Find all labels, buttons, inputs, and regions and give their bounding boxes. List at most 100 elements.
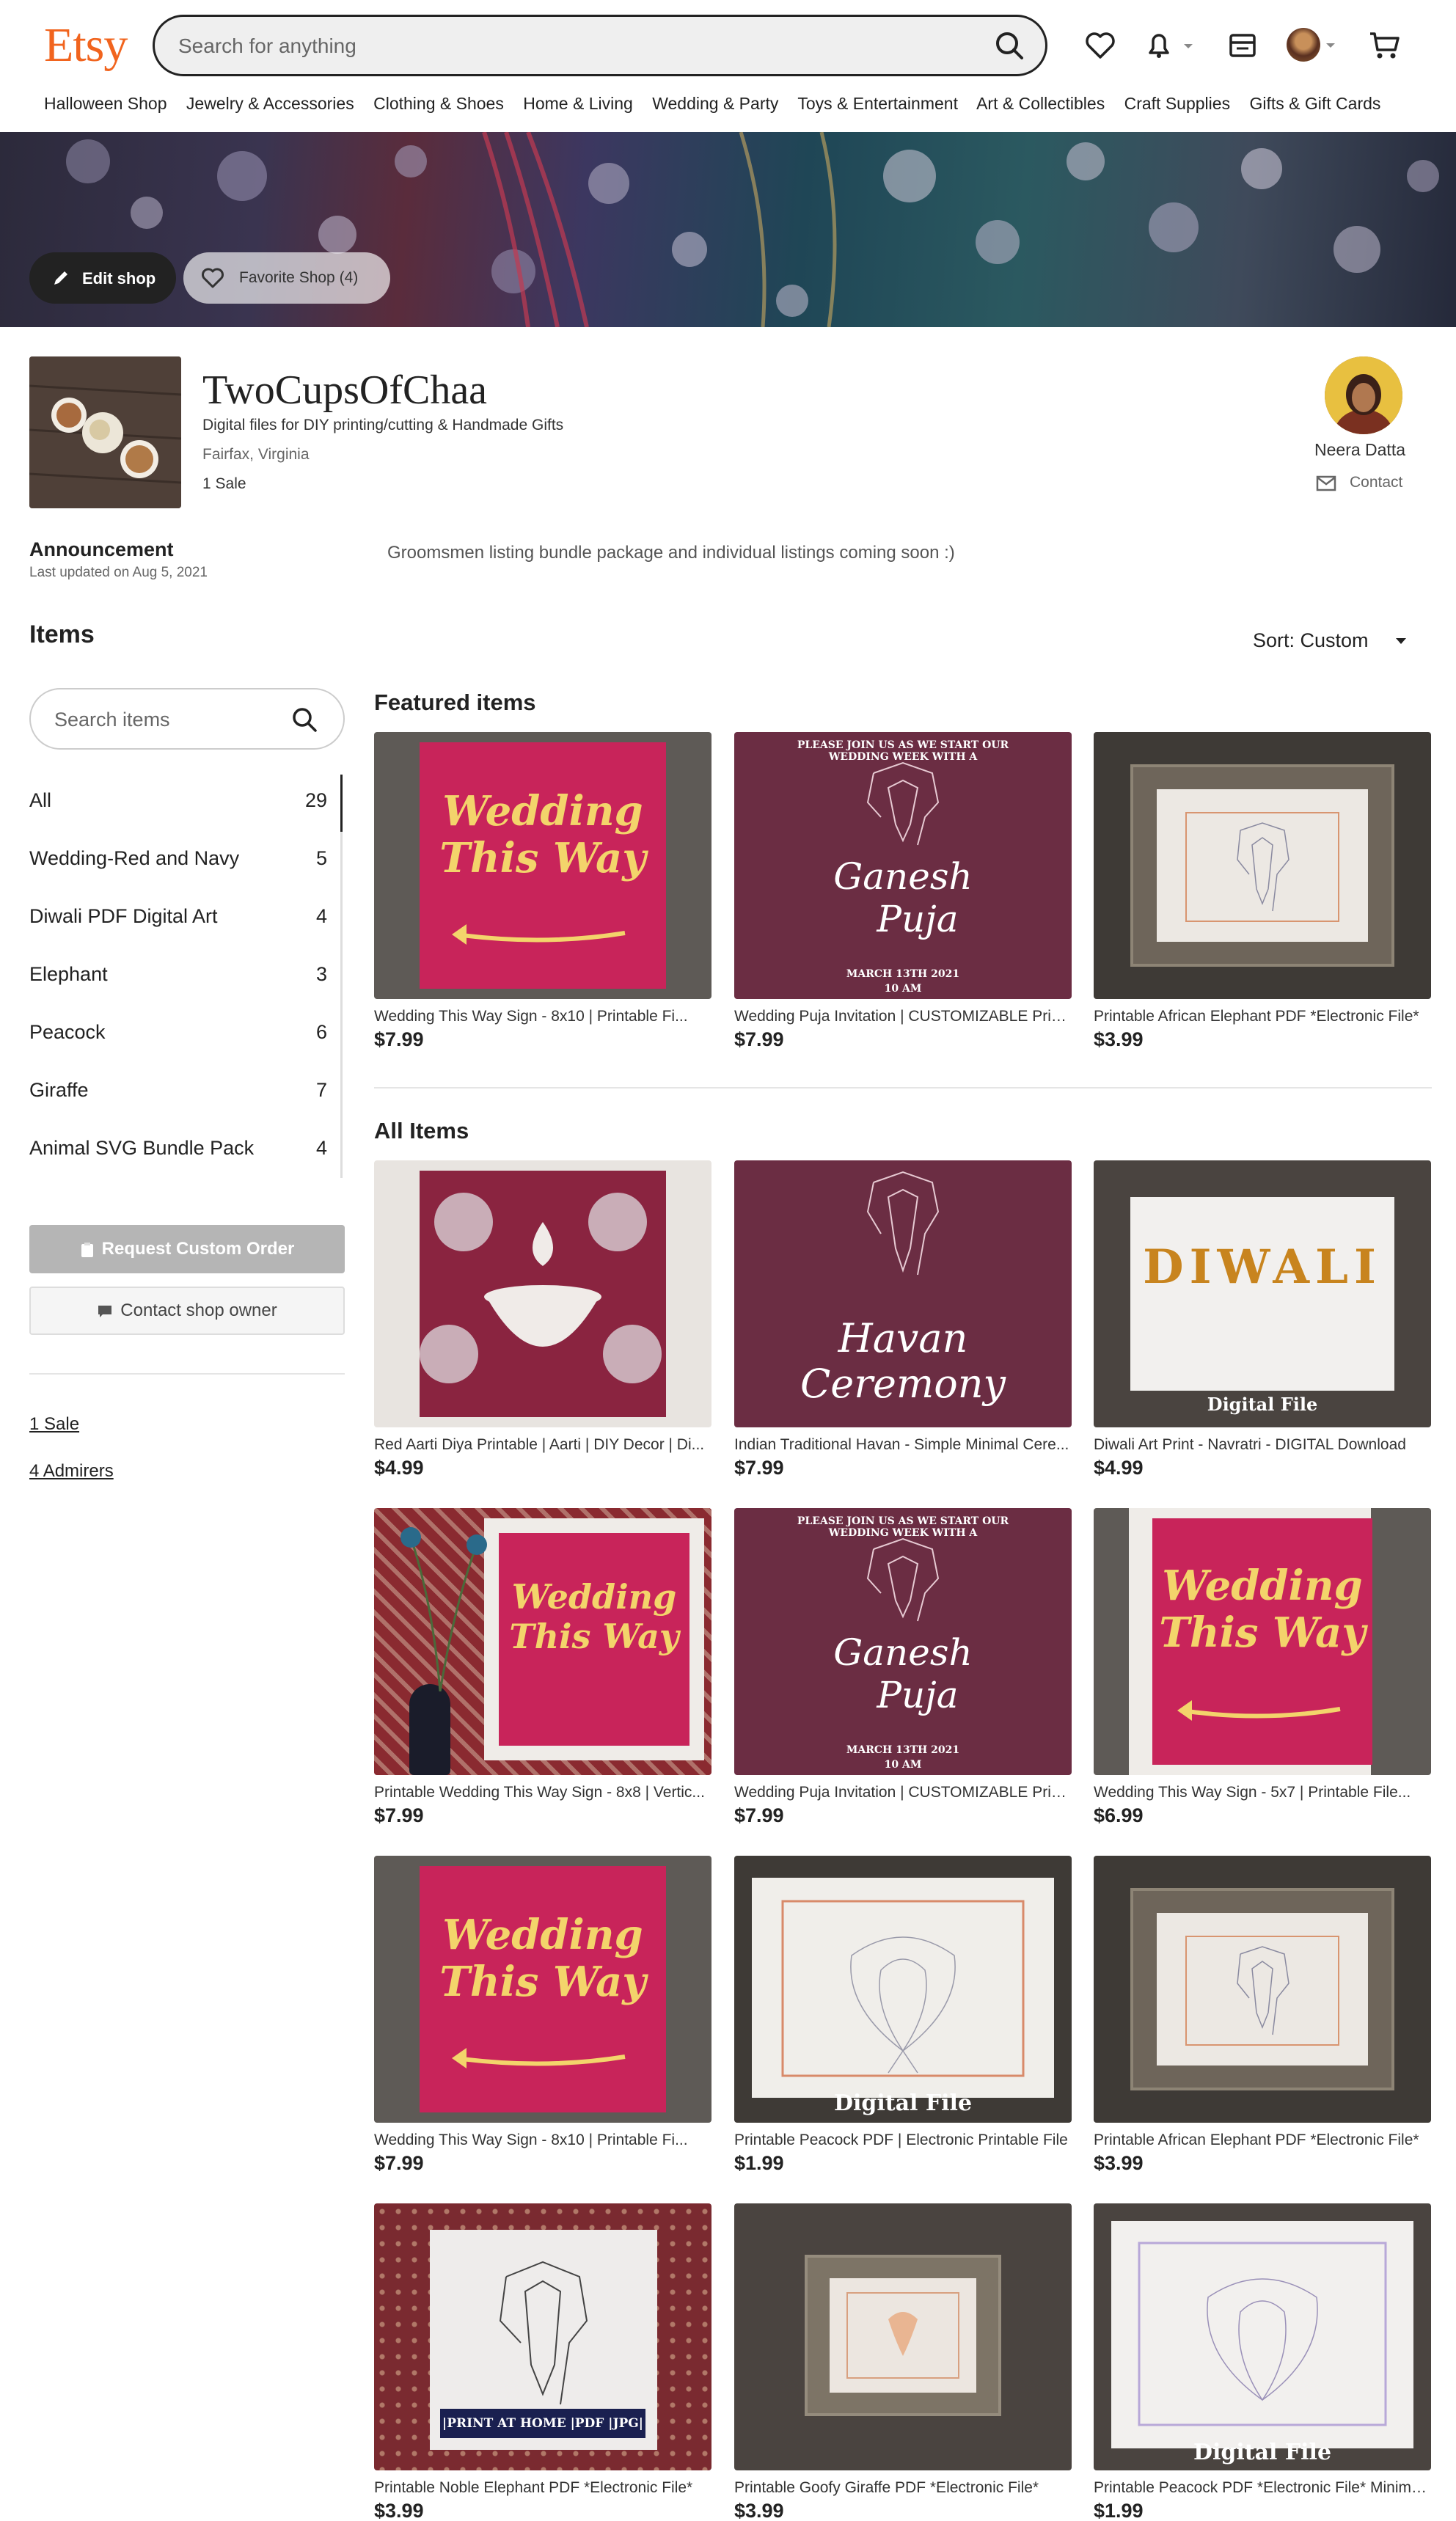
category-label: Diwali PDF Digital Art: [29, 905, 218, 927]
listing-image[interactable]: Wedding This Way: [374, 732, 711, 999]
cart-icon[interactable]: [1366, 26, 1404, 65]
listing-title[interactable]: Indian Traditional Havan - Simple Minima…: [734, 1436, 1072, 1454]
listing-image[interactable]: Havan Ceremony: [734, 1160, 1072, 1427]
category-count: 7: [315, 1079, 327, 1101]
art-line-1: Ganesh: [833, 855, 973, 898]
peacock-feathers-art: [400, 1527, 487, 1691]
category-count: 29: [304, 789, 327, 811]
invite-time: 10 AM: [884, 1759, 922, 1771]
listing-price: $7.99: [734, 1028, 784, 1050]
category-all[interactable]: All 29: [29, 779, 343, 823]
listing-title[interactable]: Printable Noble Elephant PDF *Electronic…: [374, 2479, 711, 2497]
listing-title[interactable]: Printable Wedding This Way Sign - 8x8 | …: [374, 1784, 711, 1801]
listing-image[interactable]: [1094, 1856, 1431, 2123]
nav-item-gifts[interactable]: Gifts & Gift Cards: [1249, 94, 1380, 113]
nav-item-jewelry[interactable]: Jewelry & Accessories: [186, 94, 354, 113]
category-count: 5: [315, 847, 327, 869]
search-bar[interactable]: Search for anything: [153, 15, 1047, 76]
listing-image[interactable]: Digital File: [734, 1856, 1072, 2123]
category-wedding-red-navy[interactable]: Wedding-Red and Navy 5: [29, 837, 343, 881]
contact-shop-owner-button[interactable]: Contact shop owner: [29, 1287, 345, 1335]
listing-price: $4.99: [374, 1457, 424, 1479]
listing-title[interactable]: Printable Peacock PDF | Electronic Print…: [734, 2132, 1072, 2149]
nav-item-clothing[interactable]: Clothing & Shoes: [373, 94, 504, 113]
category-giraffe[interactable]: Giraffe 7: [29, 1069, 343, 1113]
listing-title[interactable]: Wedding Puja Invitation | CUSTOMIZABLE P…: [734, 1008, 1072, 1025]
sort-label: Sort: Custom: [1253, 629, 1369, 651]
bell-icon[interactable]: [1140, 26, 1199, 65]
listing-image[interactable]: Wedding This Way: [374, 1508, 711, 1775]
sort-dropdown[interactable]: Sort: Custom: [1253, 629, 1406, 652]
account-avatar[interactable]: [1287, 28, 1320, 62]
nav-item-wedding[interactable]: Wedding & Party: [652, 94, 778, 113]
diwali-art-text: DIWALI: [1143, 1240, 1382, 1295]
sales-link[interactable]: 1 Sale: [29, 1414, 79, 1435]
listing-image[interactable]: [374, 1160, 711, 1427]
wedding-sign-art: Wedding This Way: [420, 1866, 666, 2112]
search-icon[interactable]: [991, 27, 1029, 65]
listing-image[interactable]: Wedding This Way: [1094, 1508, 1431, 1775]
listing-price: $7.99: [734, 1457, 784, 1479]
category-animal-svg[interactable]: Animal SVG Bundle Pack 4: [29, 1127, 343, 1171]
shop-icon-image: [29, 356, 181, 508]
search-icon[interactable]: [289, 704, 321, 736]
items-search[interactable]: Search items: [29, 688, 345, 750]
listing-price: $4.99: [1094, 1457, 1144, 1479]
listing-title[interactable]: Diwali Art Print - Navratri - DIGITAL Do…: [1094, 1436, 1431, 1454]
site-header: Etsy Search for anything Halloween Shop …: [0, 0, 1456, 113]
category-peacock[interactable]: Peacock 6: [29, 1011, 343, 1055]
nav-item-art[interactable]: Art & Collectibles: [976, 94, 1105, 113]
etsy-logo[interactable]: Etsy: [44, 16, 128, 75]
listing-price: $3.99: [374, 2500, 424, 2521]
nav-item-toys[interactable]: Toys & Entertainment: [797, 94, 958, 113]
caret-down-icon: [1396, 638, 1406, 644]
category-label: Wedding-Red and Navy: [29, 847, 240, 869]
listing-title[interactable]: Wedding This Way Sign - 8x10 | Printable…: [374, 1008, 711, 1025]
elephant-art: [1185, 812, 1339, 922]
listing-image[interactable]: DIWALI Digital File: [1094, 1160, 1431, 1427]
listing-image[interactable]: PLEASE JOIN US AS WE START OUR WEDDING W…: [734, 1508, 1072, 1775]
listing-title[interactable]: Printable African Elephant PDF *Electron…: [1094, 2132, 1431, 2149]
items-search-input[interactable]: Search items: [54, 709, 170, 731]
request-custom-order-label: Request Custom Order: [101, 1239, 295, 1259]
edit-shop-button[interactable]: Edit shop: [29, 252, 176, 304]
listing-image[interactable]: [734, 2203, 1072, 2470]
print-at-home-label: |PRINT AT HOME |PDF |JPG|: [440, 2409, 645, 2438]
category-diwali[interactable]: Diwali PDF Digital Art 4: [29, 895, 343, 939]
arrow-art: [452, 924, 626, 945]
listing-title[interactable]: Wedding This Way Sign - 5x7 | Printable …: [1094, 1784, 1431, 1801]
listing-image[interactable]: [1094, 732, 1431, 999]
listing-title[interactable]: Wedding Puja Invitation | CUSTOMIZABLE P…: [734, 1784, 1072, 1801]
nav-item-halloween[interactable]: Halloween Shop: [44, 94, 167, 113]
featured-heading: Featured items: [374, 689, 536, 715]
nav-item-craft[interactable]: Craft Supplies: [1124, 94, 1230, 113]
listing-title[interactable]: Printable Peacock PDF *Electronic File* …: [1094, 2479, 1431, 2497]
shop-manager-icon[interactable]: [1223, 26, 1262, 65]
digital-file-label: Digital File: [833, 2090, 973, 2116]
contact-label: Contact: [1350, 474, 1403, 491]
diya-art: [420, 1193, 662, 1383]
request-custom-order-button[interactable]: Request Custom Order: [29, 1225, 345, 1273]
listing-title[interactable]: Printable Goofy Giraffe PDF *Electronic …: [734, 2479, 1072, 2497]
category-count: 6: [315, 1021, 327, 1043]
listing-image[interactable]: |PRINT AT HOME |PDF |JPG|: [374, 2203, 711, 2470]
favorite-shop-button[interactable]: Favorite Shop (4): [183, 252, 390, 304]
clipboard-icon: [81, 1242, 93, 1257]
art-line-2: Puja: [877, 1674, 959, 1716]
listing-image[interactable]: Wedding This Way: [374, 1856, 711, 2123]
listing-title[interactable]: Printable African Elephant PDF *Electron…: [1094, 1008, 1431, 1025]
elephant-art: [866, 1171, 940, 1276]
listing-title[interactable]: Red Aarti Diya Printable | Aarti | DIY D…: [374, 1436, 711, 1454]
chevron-down-icon[interactable]: [1323, 38, 1338, 53]
listing-image[interactable]: PLEASE JOIN US AS WE START OUR WEDDING W…: [734, 732, 1072, 999]
category-elephant[interactable]: Elephant 3: [29, 953, 343, 997]
admirers-link[interactable]: 4 Admirers: [29, 1461, 114, 1482]
art-line-1: Wedding: [442, 787, 643, 835]
search-input[interactable]: Search for anything: [178, 34, 356, 58]
owner-avatar[interactable]: [1325, 356, 1402, 434]
listing-title[interactable]: Wedding This Way Sign - 8x10 | Printable…: [374, 2132, 711, 2149]
nav-item-home[interactable]: Home & Living: [523, 94, 633, 113]
listing-price: $3.99: [734, 2500, 784, 2521]
listing-image[interactable]: Digital File: [1094, 2203, 1431, 2470]
heart-icon[interactable]: [1081, 26, 1119, 65]
